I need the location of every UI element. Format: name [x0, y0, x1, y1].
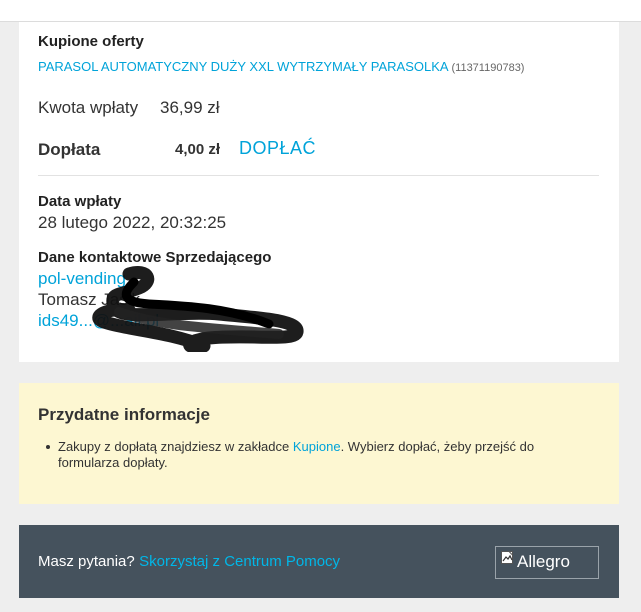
- help-center-link[interactable]: Skorzystaj z Centrum Pomocy: [139, 553, 340, 570]
- payment-date-label: Data wpłaty: [38, 193, 122, 210]
- top-bar: [0, 0, 641, 22]
- useful-info-title: Przydatne informacje: [38, 405, 210, 424]
- payment-date-value: 28 lutego 2022, 20:32:25: [38, 213, 227, 232]
- help-footer: Masz pytania? Skorzystaj z Centrum Pomoc…: [19, 525, 619, 598]
- useful-info-text: Zakupy z dopłatą znajdziesz w zakładce K…: [58, 439, 588, 471]
- useful-info-panel: Przydatne informacje Zakupy z dopłatą zn…: [19, 383, 619, 504]
- info-text-start: Zakupy z dopłatą znajdziesz w zakładce: [58, 439, 293, 454]
- purchased-offers-heading: Kupione oferty: [38, 33, 144, 50]
- product-link[interactable]: PARASOL AUTOMATYCZNY DUŻY XXL WYTRZYMAŁY…: [38, 59, 448, 74]
- allegro-logo-alt: Allegro: [517, 552, 570, 571]
- pay-extra-button[interactable]: DOPŁAĆ: [239, 138, 316, 159]
- topay-value: 4,00 zł: [175, 141, 221, 158]
- allegro-logo[interactable]: Allegro: [495, 546, 599, 579]
- purchased-offer-item: PARASOL AUTOMATYCZNY DUŻY XXL WYTRZYMAŁY…: [38, 59, 524, 74]
- purchased-tab-link[interactable]: Kupione: [293, 439, 341, 454]
- divider: [38, 175, 599, 176]
- help-question: Masz pytania?: [38, 553, 135, 570]
- redaction-scribble: [92, 266, 304, 352]
- bullet: [46, 445, 50, 449]
- broken-image-icon: [501, 551, 513, 564]
- amount-label: Kwota wpłaty: [38, 98, 139, 117]
- help-prompt: Masz pytania? Skorzystaj z Centrum Pomoc…: [38, 553, 340, 571]
- transaction-card: Kupione oferty PARASOL AUTOMATYCZNY DUŻY…: [19, 22, 619, 362]
- amount-value: 36,99 zł: [160, 98, 220, 117]
- topay-label: Dopłata: [38, 140, 101, 159]
- offer-id: (11371190783): [451, 62, 525, 74]
